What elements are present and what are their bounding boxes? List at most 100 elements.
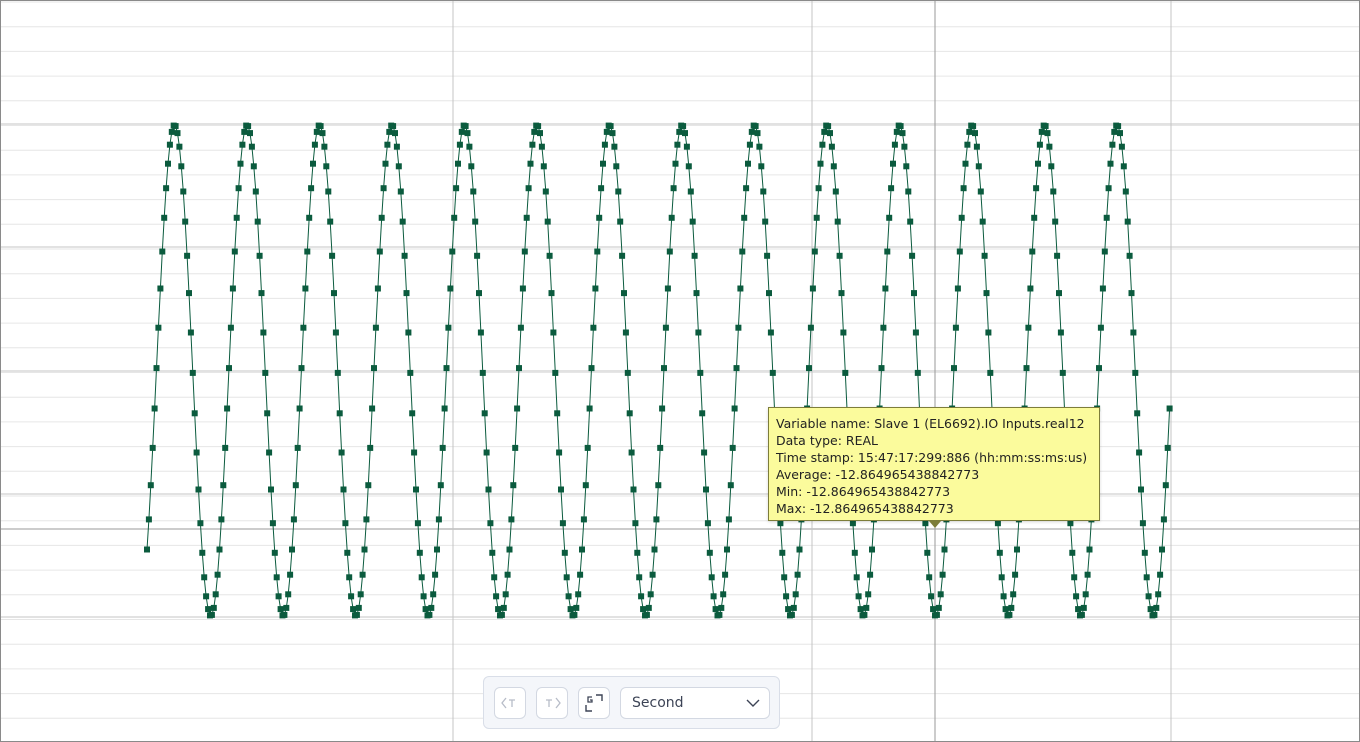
data-point (1069, 549, 1076, 556)
data-point (512, 444, 519, 451)
chart-toolbar: Second (483, 676, 780, 729)
data-point (331, 290, 337, 297)
data-point (483, 449, 490, 456)
data-point (579, 546, 585, 553)
data-point (216, 546, 223, 553)
data-point (258, 290, 265, 297)
data-point (340, 486, 347, 493)
data-point (754, 130, 761, 137)
data-point (1155, 591, 1162, 598)
data-point (514, 405, 521, 412)
data-point (409, 410, 416, 417)
data-point (903, 163, 910, 170)
data-point (586, 405, 593, 412)
data-point (630, 486, 637, 493)
data-point (145, 516, 152, 523)
data-point (706, 549, 713, 556)
data-point (582, 482, 589, 489)
data-point (1038, 128, 1045, 135)
data-point (893, 128, 900, 135)
data-point (376, 248, 383, 255)
data-point (538, 143, 545, 150)
data-point (1166, 405, 1173, 412)
data-point (624, 369, 631, 376)
data-point (220, 482, 227, 489)
data-point (535, 123, 542, 130)
data-point (806, 365, 812, 372)
data-point (338, 449, 345, 456)
data-point (186, 290, 192, 297)
data-point (729, 444, 736, 451)
data-point (1031, 214, 1038, 221)
data-point (1057, 329, 1064, 336)
data-point (296, 405, 303, 412)
data-point (601, 141, 608, 148)
data-point (718, 604, 725, 611)
data-point (304, 248, 311, 255)
fit-view-button[interactable] (578, 687, 610, 719)
data-point (468, 163, 475, 170)
data-point (1080, 604, 1087, 611)
data-point (517, 324, 524, 331)
data-point (1111, 128, 1118, 135)
data-point (704, 520, 711, 527)
data-point (558, 486, 564, 493)
data-point (1054, 252, 1061, 259)
data-point (571, 611, 578, 618)
data-point (407, 369, 414, 376)
data-point (445, 324, 452, 331)
data-point (580, 516, 587, 523)
data-point (193, 449, 200, 456)
data-point (525, 185, 532, 192)
data-point (664, 285, 671, 292)
time-unit-select[interactable]: Second (620, 687, 770, 719)
data-point (260, 329, 267, 336)
data-point (277, 606, 284, 613)
data-point (559, 520, 566, 527)
data-point (369, 405, 376, 412)
data-point (1117, 130, 1123, 137)
data-point (161, 214, 168, 221)
data-tooltip: Variable name: Slave 1 (EL6692).IO Input… (768, 407, 1100, 521)
data-point (214, 571, 221, 578)
data-point (855, 593, 862, 600)
data-point (516, 365, 522, 372)
data-point (229, 285, 236, 292)
data-point (495, 606, 502, 613)
data-point (552, 369, 559, 376)
data-point (783, 593, 790, 600)
prev-trigger-icon (501, 697, 515, 709)
data-point (794, 571, 801, 578)
data-point (1124, 218, 1131, 225)
data-point (972, 130, 978, 137)
prev-trigger-button[interactable] (494, 687, 526, 719)
data-point (790, 604, 797, 611)
data-point (764, 252, 771, 259)
data-point (474, 252, 481, 259)
data-point (897, 123, 904, 130)
data-point (888, 185, 895, 192)
data-point (668, 214, 675, 221)
data-point (540, 163, 547, 170)
data-point (649, 571, 656, 578)
data-point (371, 365, 377, 372)
data-point (647, 591, 654, 598)
data-point (268, 486, 274, 493)
data-point (865, 591, 872, 598)
data-point (172, 123, 179, 130)
data-point (210, 604, 217, 611)
data-point (882, 285, 889, 292)
data-point (502, 591, 509, 598)
data-point (481, 410, 488, 417)
data-point (899, 130, 906, 137)
plot-area[interactable] (0, 0, 1360, 742)
data-point (611, 143, 618, 150)
data-point (725, 516, 732, 523)
data-point (1086, 546, 1093, 553)
data-point (970, 123, 977, 130)
data-point (374, 285, 381, 292)
next-trigger-button[interactable] (536, 687, 568, 719)
data-point (661, 365, 667, 372)
data-point (227, 324, 234, 331)
data-point (979, 218, 986, 225)
